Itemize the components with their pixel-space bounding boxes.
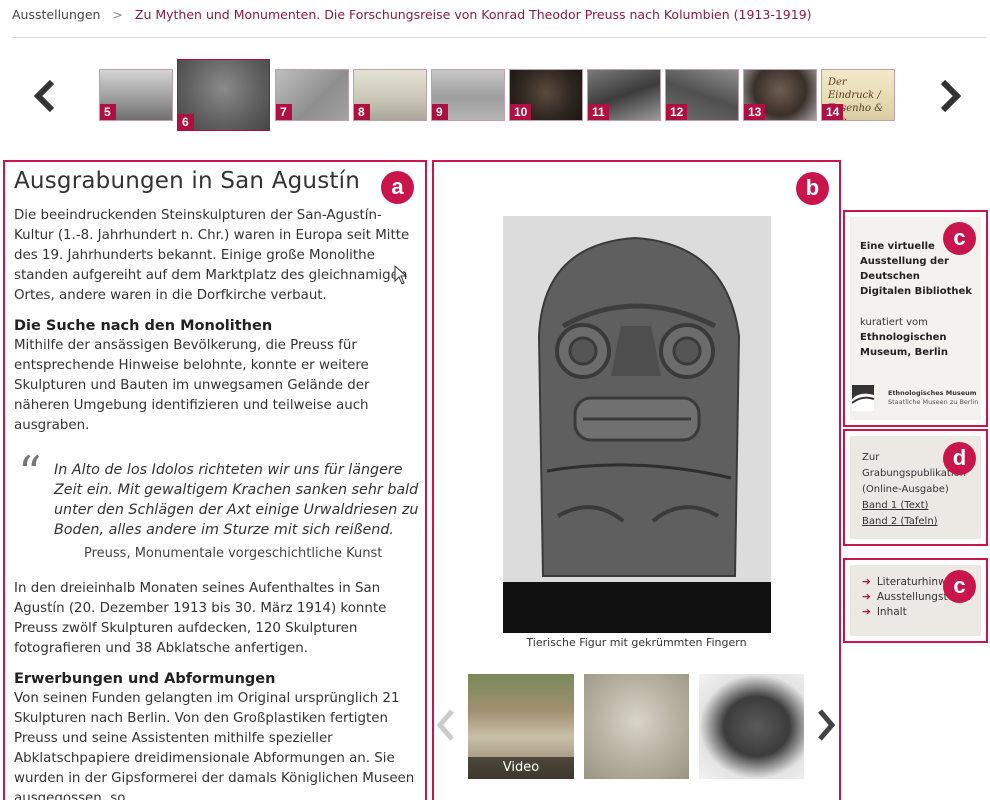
museum-logo[interactable]: Ethnologisches Museum Staatliche Museen … <box>852 385 982 415</box>
gallery-thumbnail[interactable] <box>584 674 689 779</box>
media-panel: Tierische Figur mit gekrümmten Fingern V… <box>432 160 841 800</box>
strip-next-button[interactable] <box>937 76 965 123</box>
article: Ausgrabungen in San Agustín Die beeindru… <box>14 168 419 800</box>
video-label: Video <box>468 757 574 779</box>
header-divider <box>12 37 986 38</box>
stone-figure-image <box>503 216 771 633</box>
annotation-marker-c: c <box>943 570 976 603</box>
section-paragraph: Von seinen Funden gelangten im Original … <box>14 691 415 800</box>
arrow-right-icon: ➔ <box>862 606 871 618</box>
thumbnail-number: 5 <box>100 104 116 120</box>
logo-line-2: Staatliche Museen zu Berlin <box>888 398 979 406</box>
chevron-right-icon <box>818 709 836 741</box>
thumbnail-12[interactable]: 12 <box>665 69 739 121</box>
blockquote: “ In Alto de los Idolos richteten wir un… <box>14 450 419 561</box>
info-text: Eine virtuelle Ausstellung der Deutschen… <box>860 239 972 360</box>
curated-by-label: kuratiert vom <box>860 317 928 328</box>
strip-prev-button[interactable] <box>30 76 58 123</box>
thumbnail-number: 14 <box>822 104 844 120</box>
logo-line-1: Ethnologisches Museum <box>888 389 977 397</box>
breadcrumb-home-link[interactable]: Ausstellungen <box>12 7 100 22</box>
breadcrumb-current-link[interactable]: Zu Mythen und Monumenten. Die Forschungs… <box>135 7 812 22</box>
annotation-marker-b: b <box>796 172 829 205</box>
thumbnail-number: 9 <box>432 104 448 120</box>
link-label: Inhalt <box>876 606 907 618</box>
thumbnail-number: 8 <box>354 104 370 120</box>
thumbnail-number: 7 <box>276 104 292 120</box>
publication-intro: (Online-Ausgabe) <box>862 484 949 495</box>
mouse-cursor-icon <box>394 265 408 285</box>
gallery-thumbnail[interactable] <box>699 674 804 779</box>
thumbnail-8[interactable]: 8 <box>353 69 427 121</box>
annotation-marker-a: a <box>381 171 414 204</box>
link-inhalt[interactable]: ➔ Inhalt <box>862 605 982 620</box>
thumbnail-11[interactable]: 11 <box>587 69 661 121</box>
thumbnail-number: 11 <box>588 104 609 120</box>
logo-text: Ethnologisches Museum Staatliche Museen … <box>888 389 978 407</box>
thumbnail-6-active[interactable]: 6 <box>177 59 270 131</box>
museum-name: Ethnologischen Museum, Berlin <box>860 332 948 358</box>
page-title: Ausgrabungen in San Agustín <box>14 168 360 194</box>
gallery-prev-button[interactable] <box>434 705 456 754</box>
thumbnail-14[interactable]: Der Eindruck / Tusenho & Lab 14 <box>821 69 895 121</box>
annotation-marker-c: c <box>943 222 976 255</box>
chevron-left-icon <box>436 709 454 741</box>
intro-paragraph: Die beeindruckenden Steinskulpturen der … <box>14 208 410 303</box>
breadcrumb: Ausstellungen > Zu Mythen und Monumenten… <box>12 7 812 22</box>
quote-source: Preuss, Monumentale vorgeschichtliche Ku… <box>84 546 383 561</box>
arrow-right-icon: ➔ <box>862 591 871 603</box>
thumbnail-number: 10 <box>510 104 532 120</box>
annotation-marker-d: d <box>943 442 976 475</box>
section-paragraph: Mithilfe der ansässigen Bevölkerung, die… <box>14 338 370 433</box>
gallery-next-button[interactable] <box>816 705 838 754</box>
body-paragraph: In den dreieinhalb Monaten seines Aufent… <box>14 581 387 656</box>
chevron-left-icon <box>33 79 55 113</box>
thumbnail-7[interactable]: 7 <box>275 69 349 121</box>
section-heading: Erwerbungen und Abformungen <box>14 671 276 687</box>
breadcrumb-separator: > <box>112 7 123 22</box>
thumbnail-13[interactable]: 13 <box>743 69 817 121</box>
article-panel: Ausgrabungen in San Agustín Die beeindru… <box>3 160 427 800</box>
arrow-right-icon: ➔ <box>862 576 871 588</box>
image-caption: Tierische Figur mit gekrümmten Fingern <box>526 636 747 649</box>
thumbnail-5[interactable]: 5 <box>99 69 173 121</box>
quote-text: In Alto de los Idolos richteten wir uns … <box>54 462 419 538</box>
thumbnail-number: 13 <box>744 104 766 120</box>
chevron-right-icon <box>940 79 962 113</box>
thumbnail-9[interactable]: 9 <box>431 69 505 121</box>
quote-mark-icon: “ <box>18 446 42 500</box>
museum-logo-icon <box>852 385 875 411</box>
band-2-link[interactable]: Band 2 (Tafeln) <box>862 514 982 530</box>
section-heading: Die Suche nach den Monolithen <box>14 318 273 334</box>
main-image-stone-figure[interactable] <box>503 216 771 633</box>
gallery-thumbnail-video[interactable]: Video <box>468 674 574 779</box>
band-1-link[interactable]: Band 1 (Text) <box>862 498 982 514</box>
thumbnail-number: 6 <box>178 114 194 130</box>
thumbnail-10[interactable]: 10 <box>509 69 583 121</box>
thumbnail-number: 12 <box>666 104 688 120</box>
